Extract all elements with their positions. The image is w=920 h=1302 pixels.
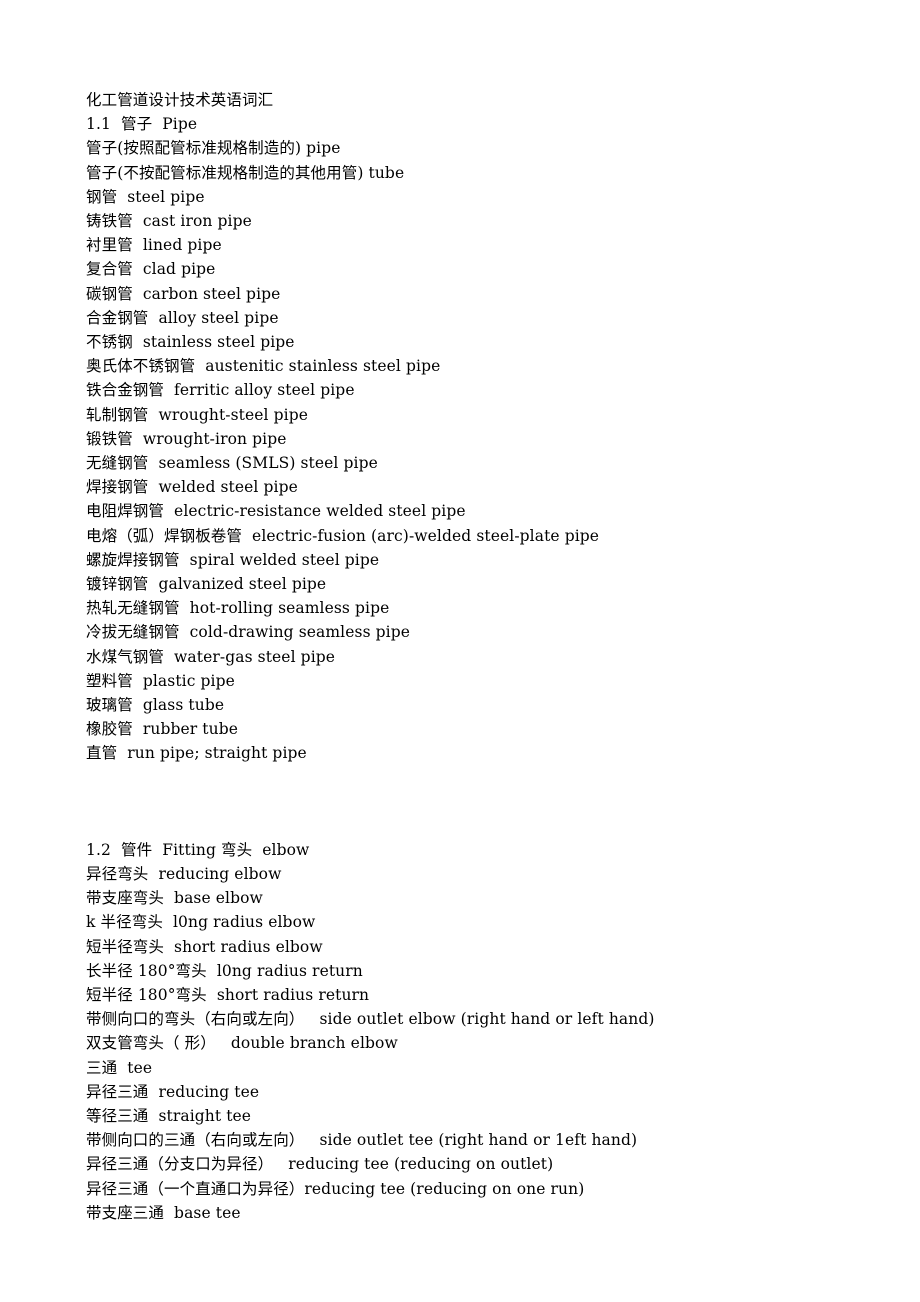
glossary-entry: 不锈钢 stainless steel pipe [86, 333, 295, 352]
glossary-entry: 异径三通 reducing tee [86, 1082, 260, 1101]
glossary-entry: 长半径 180°弯头 l0ng radius return [86, 961, 363, 980]
glossary-entry: k 半径弯头 l0ng radius elbow [86, 913, 316, 932]
glossary-entry: 三通 tee [86, 1058, 153, 1077]
section-heading-1-2: 1.2 管件 Fitting 弯头 elbow [86, 840, 310, 859]
glossary-entry: 电阻焊钢管 electric-resistance welded steel p… [86, 502, 466, 521]
glossary-entry: 水煤气钢管 water-gas steel pipe [86, 647, 336, 666]
glossary-entry: 热轧无缝钢管 hot-rolling seamless pipe [86, 599, 390, 618]
glossary-entry: 管子(按照配管标准规格制造的) pipe [86, 139, 341, 158]
glossary-entry: 异径弯头 reducing elbow [86, 864, 282, 883]
glossary-entry: 碳钢管 carbon steel pipe [86, 284, 281, 303]
glossary-entry: 铁合金钢管 ferritic alloy steel pipe [86, 381, 355, 400]
glossary-entry: 焊接钢管 welded steel pipe [86, 478, 298, 497]
glossary-entry: 玻璃管 glass tube [86, 696, 225, 715]
glossary-entry: 镀锌钢管 galvanized steel pipe [86, 575, 327, 594]
glossary-entry: 等径三通 straight tee [86, 1106, 252, 1125]
glossary-entry: 异径三通（一个直通口为异径）reducing tee (reducing on … [86, 1179, 585, 1198]
glossary-entry: 冷拔无缝钢管 cold-drawing seamless pipe [86, 623, 411, 642]
glossary-entry: 塑料管 plastic pipe [86, 671, 235, 690]
glossary-entry: 电熔（弧）焊钢板卷管 electric-fusion (arc)-welded … [86, 526, 600, 545]
glossary-entry: 双支管弯头（ 形） double branch elbow [86, 1034, 398, 1053]
section-heading-1-1: 1.1 管子 Pipe [86, 115, 198, 134]
glossary-entry: 奥氏体不锈钢管 austenitic stainless steel pipe [86, 357, 441, 376]
glossary-entry: 直管 run pipe; straight pipe [86, 744, 307, 763]
glossary-entry: 短半径弯头 short radius elbow [86, 937, 323, 956]
glossary-entry: 锻铁管 wrought-iron pipe [86, 429, 287, 448]
glossary-entry: 复合管 clad pipe [86, 260, 216, 279]
glossary-entry: 短半径 180°弯头 short radius return [86, 985, 370, 1004]
document-page: 化工管道设计技术英语词汇 1.1 管子 Pipe 管子(按照配管标准规格制造的)… [0, 0, 920, 1302]
glossary-entry: 带侧向口的三通（右向或左向） side outlet tee (right ha… [86, 1131, 638, 1150]
glossary-entry: 轧制钢管 wrought-steel pipe [86, 405, 309, 424]
glossary-entry: 带侧向口的弯头（右向或左向） side outlet elbow (right … [86, 1010, 655, 1029]
glossary-entry: 带支座三通 base tee [86, 1203, 241, 1222]
glossary-entry: 无缝钢管 seamless (SMLS) steel pipe [86, 454, 378, 473]
glossary-entry: 衬里管 lined pipe [86, 236, 222, 255]
glossary-entry: 铸铁管 cast iron pipe [86, 212, 252, 231]
glossary-entry: 钢管 steel pipe [86, 187, 205, 206]
document-title: 化工管道设计技术英语词汇 [86, 91, 274, 109]
glossary-entry: 带支座弯头 base elbow [86, 889, 263, 908]
glossary-entry: 异径三通（分支口为异径） reducing tee (reducing on o… [86, 1155, 554, 1174]
glossary-entry: 橡胶管 rubber tube [86, 720, 239, 739]
glossary-entry: 合金钢管 alloy steel pipe [86, 308, 279, 327]
glossary-entry: 管子(不按配管标准规格制造的其他用管) tube [86, 163, 405, 182]
glossary-entry: 螺旋焊接钢管 spiral welded steel pipe [86, 550, 380, 569]
document-body: 化工管道设计技术英语词汇 1.1 管子 Pipe 管子(按照配管标准规格制造的)… [86, 88, 860, 1225]
